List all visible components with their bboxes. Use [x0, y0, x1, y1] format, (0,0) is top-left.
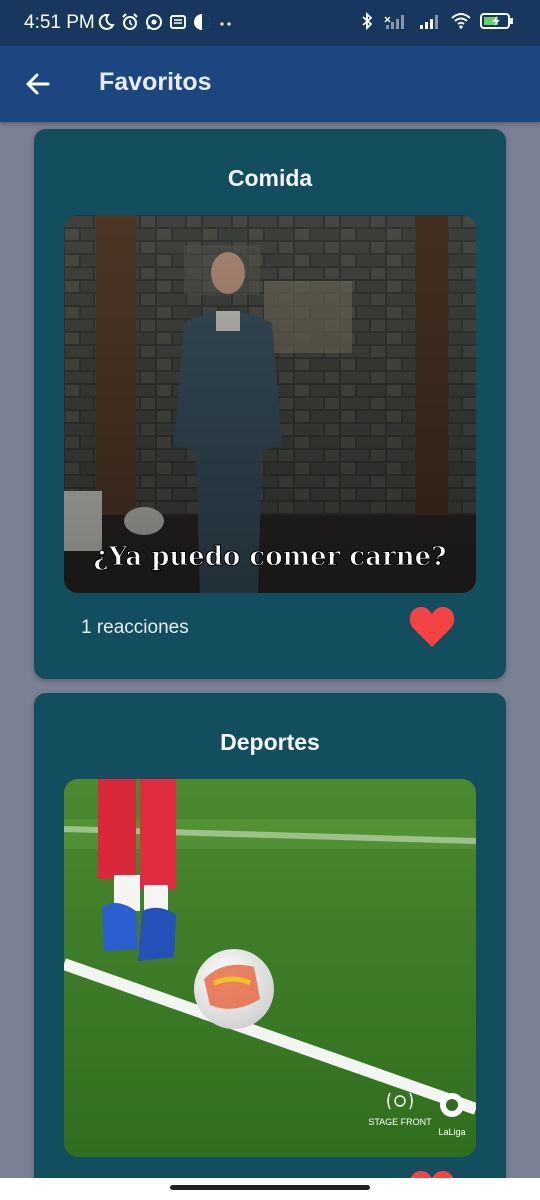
whatsapp-icon: [146, 14, 162, 30]
status-bar: 4:51 PM: [0, 0, 540, 46]
favorite-card: Deportes STAGE FRONT LaLiga: [34, 693, 506, 1182]
favorite-card: Comida ¿Ya puedo comer carne? 1 reaccion…: [34, 129, 506, 679]
status-system-icons: [358, 12, 514, 30]
more-dots-icon: [220, 22, 231, 26]
watermark-stage-front: STAGE FRONT: [368, 1117, 432, 1127]
arrow-left-icon: [26, 73, 50, 95]
page-title: Favoritos: [99, 68, 212, 96]
battery-charging-icon: [480, 13, 513, 29]
circle-app-icon: [194, 14, 210, 30]
news-icon: [170, 15, 186, 29]
card-category-title: Comida: [227, 165, 313, 191]
back-button[interactable]: [20, 66, 56, 102]
bluetooth-icon: [362, 12, 373, 30]
app-bar: Favoritos: [0, 46, 540, 122]
card-category-title: Deportes: [220, 729, 320, 755]
status-notification-icons: [97, 13, 235, 31]
favorites-list[interactable]: Comida ¿Ya puedo comer carne? 1 reaccion…: [0, 122, 540, 1182]
like-button[interactable]: [408, 605, 456, 649]
alarm-icon: [122, 13, 138, 30]
status-time: 4:51 PM: [24, 12, 95, 33]
heart-icon: [409, 607, 455, 647]
soccer-picture: STAGE FRONT LaLiga: [64, 779, 476, 1157]
meme-picture: ¿Ya puedo comer carne?: [64, 215, 476, 593]
sports-image[interactable]: STAGE FRONT LaLiga: [64, 779, 476, 1157]
wifi-icon: [451, 13, 471, 29]
meme-caption: ¿Ya puedo comer carne?: [94, 542, 447, 572]
home-indicator[interactable]: [170, 1185, 370, 1190]
meme-image[interactable]: ¿Ya puedo comer carne?: [64, 215, 476, 593]
signal-icon: [420, 15, 438, 29]
moon-icon: [98, 13, 115, 30]
signal-icon: [384, 15, 404, 29]
watermark-laliga: LaLiga: [438, 1127, 465, 1137]
reactions-count: 1 reacciones: [81, 617, 189, 638]
